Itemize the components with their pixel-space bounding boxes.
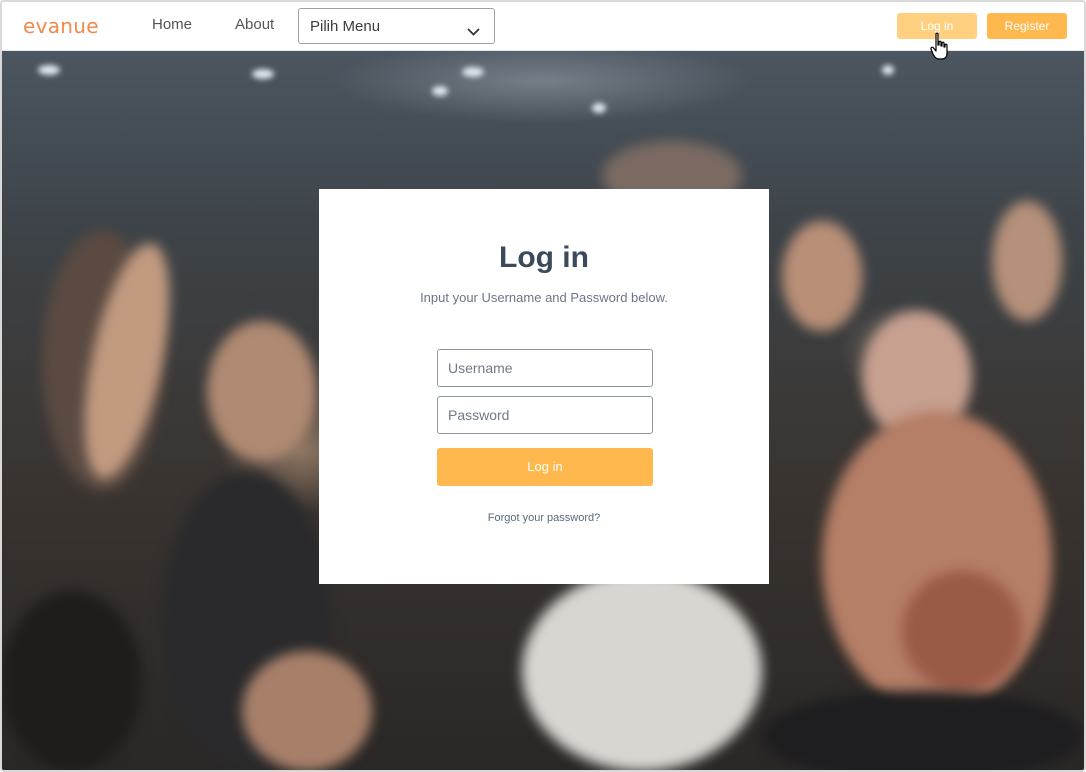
- chevron-down-icon: [467, 23, 480, 41]
- login-card: Log in Input your Username and Password …: [319, 189, 769, 584]
- header-register-button[interactable]: Register: [987, 13, 1067, 39]
- hand-pointer-icon: [930, 32, 952, 67]
- password-input[interactable]: [437, 396, 653, 434]
- browser-frame: evanue Home About Pilih Menu Log in Regi…: [0, 0, 1086, 772]
- username-input[interactable]: [437, 349, 653, 387]
- login-submit-button[interactable]: Log in: [437, 448, 653, 486]
- login-title: Log in: [499, 241, 589, 274]
- top-navigation-bar: evanue Home About Pilih Menu Log in Regi…: [2, 2, 1084, 51]
- menu-dropdown-label: Pilih Menu: [310, 18, 381, 35]
- menu-dropdown[interactable]: Pilih Menu: [298, 8, 495, 44]
- forgot-password-link[interactable]: Forgot your password?: [319, 512, 769, 524]
- nav-link-home[interactable]: Home: [152, 16, 192, 33]
- nav-link-about[interactable]: About: [235, 16, 274, 33]
- brand-logo[interactable]: evanue: [23, 14, 99, 38]
- login-subtitle: Input your Username and Password below.: [420, 290, 668, 305]
